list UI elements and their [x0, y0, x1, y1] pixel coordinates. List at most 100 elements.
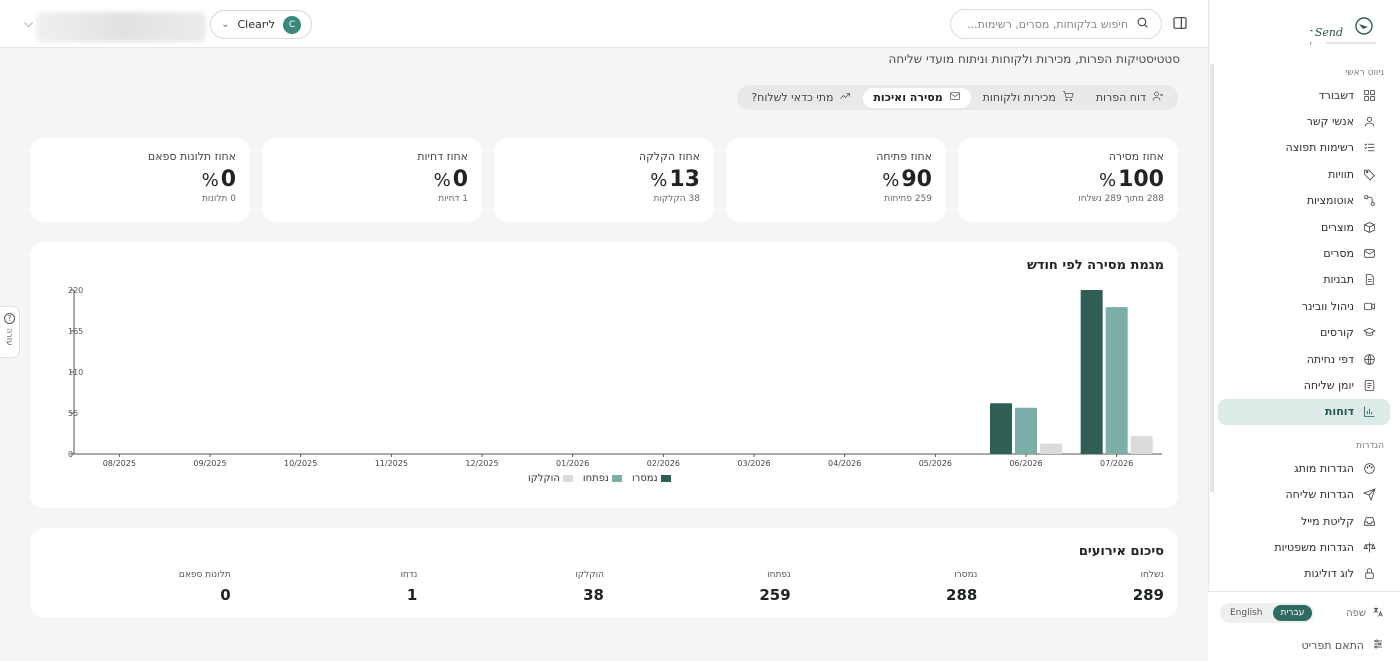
x-tick-label: 04/2026 — [828, 459, 861, 468]
chart-bar — [1040, 443, 1062, 454]
sidebar-item-label: אנשי קשר — [1306, 115, 1354, 129]
summary-value: 288 — [946, 586, 978, 604]
template-icon — [1365, 274, 1374, 286]
svg-text:Clear: Clear — [1310, 41, 1313, 47]
sidebar-item[interactable]: רשימות תפוצה — [1218, 135, 1390, 161]
summary-columns: נשלחו 289 נמסרו 288 נפתחו 259 הוקלקו 38 נדחו 1 תלו… — [44, 570, 1164, 604]
chart-bar — [1080, 290, 1103, 454]
graduation-icon — [1362, 327, 1376, 337]
sidebar-item[interactable]: תבניות — [1218, 267, 1390, 293]
sidebar-item-label: רשימות תפוצה — [1285, 141, 1354, 155]
tab-2[interactable]: מסירה ואיכות — [863, 87, 971, 108]
kpi-subtext: 288 מתוך 289 נשלחו — [1078, 194, 1164, 204]
palette-icon — [1363, 462, 1375, 474]
legend-swatch — [562, 475, 573, 482]
sidebar-item-label: תבניות — [1323, 273, 1354, 287]
sidebar-item[interactable]: אוטומציות — [1218, 188, 1390, 214]
kpi-value: %13 — [650, 167, 700, 192]
summary-value: 0 — [220, 586, 231, 604]
sidebar-item[interactable]: מוצרים — [1218, 214, 1390, 240]
user-menu-button[interactable]: C ליClear ⌄ — [210, 10, 312, 39]
lock-icon — [1362, 567, 1376, 581]
tab-3[interactable]: מתי כדאי לשלוח? — [741, 88, 861, 108]
legend-item[interactable]: נמסרו — [632, 473, 671, 484]
sidebar-toggle-icon[interactable] — [1172, 15, 1190, 33]
legend-swatch — [660, 475, 671, 482]
kpi-percent-sign: % — [882, 170, 900, 191]
sidebar-item[interactable]: לוג דוליגות — [1218, 561, 1390, 587]
sidebar-item[interactable]: אנשי קשר — [1218, 108, 1390, 134]
kpi-value: %90 — [882, 167, 932, 192]
dashboard-icon — [1362, 88, 1376, 102]
brand-logo[interactable]: Clear Send Clear — [1282, 14, 1380, 50]
kpi-card: אחוז דחיות %0 1 דחיות — [262, 138, 482, 222]
kpi-percent-sign: % — [433, 170, 451, 191]
search-bar[interactable] — [950, 9, 1162, 39]
cart-icon — [1062, 91, 1074, 102]
template-icon — [1362, 273, 1376, 287]
sidebar-item[interactable]: דוחות — [1218, 398, 1390, 426]
chart-icon — [1363, 407, 1374, 418]
language-toggle: עברית English — [1220, 603, 1315, 623]
sidebar-item-label: הגדרות שליחה — [1285, 488, 1354, 502]
list-icon — [1363, 143, 1374, 152]
summary-value: 259 — [759, 586, 791, 604]
legend-item[interactable]: הוקלקו — [528, 473, 573, 484]
kpi-label: אחוז מסירה — [1108, 150, 1164, 163]
sidebar-item[interactable]: קליטת מייל — [1218, 508, 1390, 534]
tab-1[interactable]: מכירות ולקוחות — [973, 88, 1084, 108]
sidebar-item[interactable]: הגדרות משפטיות — [1218, 534, 1390, 560]
summary-label: נמסרו — [954, 570, 978, 580]
envelope-icon — [949, 90, 961, 105]
kpi-percent-sign: % — [1098, 170, 1117, 191]
y-tick-label: 165 — [68, 327, 83, 336]
summary-label: נפתחו — [767, 570, 791, 580]
language-label: שפה — [1346, 606, 1384, 621]
sidebar-item[interactable]: הגדרות מותג — [1218, 455, 1390, 481]
summary-item: נשלחו 289 — [977, 570, 1164, 604]
sidebar-item[interactable]: דשבורד — [1218, 82, 1390, 108]
chart-bar — [1130, 436, 1153, 454]
search-input[interactable] — [968, 17, 1128, 31]
avatar: C — [282, 15, 301, 34]
sidebar-item[interactable]: יומן שליחה — [1218, 372, 1390, 398]
sidebar-item[interactable]: מסרים — [1218, 240, 1390, 266]
kpi-value: %0 — [201, 167, 236, 192]
sidebar-item-label: דפי נחיתה — [1306, 352, 1354, 366]
sidebar-section-title: ניווט ראשי — [1345, 68, 1384, 78]
chevron-down-icon[interactable]: ⌵ — [24, 16, 33, 31]
sidebar-item[interactable]: הגדרות שליחה — [1218, 481, 1390, 507]
sidebar-item-label: הגדרות מותג — [1294, 461, 1354, 475]
legend-label: נמסרו — [631, 473, 658, 484]
tag-icon — [1363, 169, 1375, 181]
sidebar-item[interactable]: דפי נחיתה — [1218, 346, 1390, 372]
sidebar-item-label: דוחות — [1324, 405, 1354, 419]
sidebar-item[interactable]: ניהול וובינר — [1218, 293, 1390, 319]
box-icon — [1362, 220, 1376, 234]
video-icon — [1362, 299, 1376, 313]
lang-he-button[interactable]: עברית — [1272, 605, 1313, 621]
chevron-down-icon: ⌄ — [221, 19, 230, 30]
lang-en-button[interactable]: English — [1222, 605, 1271, 621]
send-icon — [1362, 488, 1376, 502]
legend-swatch — [611, 475, 622, 482]
sidebar-item[interactable]: קורסים — [1218, 320, 1390, 346]
automation-icon — [1363, 195, 1375, 207]
kpi-label: אחוז הקלקה — [638, 150, 700, 163]
y-tick-label: 0 — [68, 450, 73, 459]
scale-icon — [1362, 542, 1376, 553]
sidebar-nav: ניווט ראשי דשבורד אנשי קשר רשימות תפוצה תווי… — [1208, 64, 1400, 592]
help-tab[interactable]: ? עזרה — [0, 306, 20, 358]
chart-icon — [1362, 405, 1376, 419]
kpi-label: אחוז פתיחה — [876, 150, 932, 163]
trend-icon — [840, 93, 851, 99]
x-tick-label: 12/2025 — [465, 459, 498, 468]
legend-label: הוקלקו — [528, 473, 560, 484]
lock-icon — [1364, 568, 1374, 580]
chart-bar — [1015, 407, 1037, 454]
sidebar-item[interactable]: תוויות — [1218, 161, 1390, 187]
customize-menu-button[interactable]: התאם תפריט — [1302, 638, 1384, 653]
tab-0[interactable]: דוח הפרות — [1086, 88, 1174, 108]
legend-item[interactable]: נפתחו — [583, 473, 622, 484]
